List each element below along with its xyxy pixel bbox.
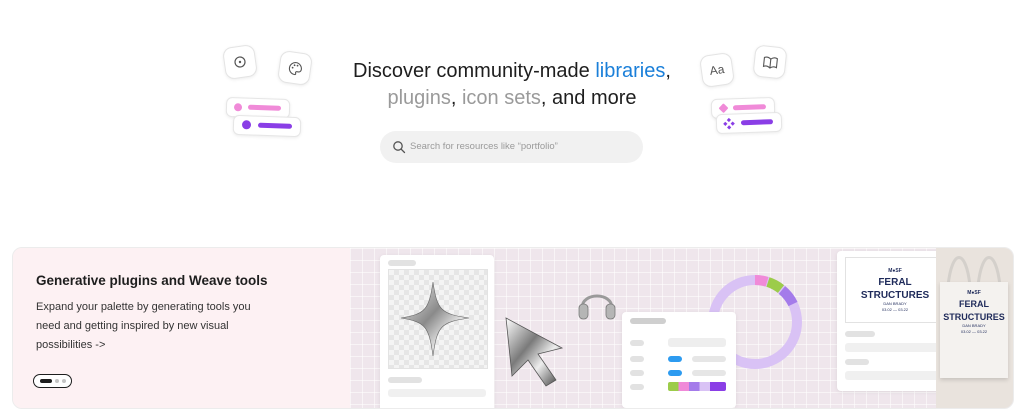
tote-bag-print: M●SF FERAL STRUCTURES DAN BRADY 03.02 — … xyxy=(940,282,1008,378)
feature-banner[interactable]: Generative plugins and Weave tools Expan… xyxy=(12,247,1014,409)
tote-subtitle: DAN BRADY xyxy=(962,323,986,328)
poster-preview: M●SF FERAL STRUCTURES DAN BRADY 03.02 — … xyxy=(845,257,945,323)
poster-title-line1: FERAL xyxy=(878,277,912,288)
panel-line xyxy=(845,343,943,352)
poster-brand: M●SF xyxy=(888,268,902,274)
banner-artwork: M●SF FERAL STRUCTURES DAN BRADY 03.02 — … xyxy=(350,248,1013,408)
tote-title-line1: FERAL xyxy=(959,299,989,309)
purple-bar xyxy=(740,119,774,126)
purple-pill-card xyxy=(232,114,302,138)
panel-line xyxy=(630,384,644,390)
panel-line xyxy=(692,370,726,376)
right-purple-pill-card xyxy=(715,111,783,135)
panel-line xyxy=(845,359,869,365)
pager-dot[interactable] xyxy=(62,379,66,383)
panel-line xyxy=(845,331,875,337)
panel-line xyxy=(630,370,644,376)
search-input[interactable]: Search for resources like “portfolio” xyxy=(380,131,643,163)
pager-dot[interactable] xyxy=(55,379,59,383)
tote-dates: 03.02 — 03.22 xyxy=(960,329,988,334)
icon-sets-link[interactable]: icon sets xyxy=(462,87,541,109)
poster-subtitle: DAN BRADY xyxy=(883,301,907,306)
cursor-icon xyxy=(505,317,564,387)
transparent-canvas xyxy=(388,269,488,369)
panel-line xyxy=(845,371,943,380)
tote-title-line2: STRUCTURES xyxy=(943,312,1005,322)
search-placeholder: Search for resources like “portfolio” xyxy=(410,141,558,152)
headline-comma: , xyxy=(665,60,671,82)
panel-line xyxy=(668,356,682,362)
search-icon xyxy=(393,141,406,154)
panel-line xyxy=(692,356,726,362)
sparkle-icon xyxy=(400,281,470,357)
tote-brand: M●SF xyxy=(967,290,981,296)
headline-comma: , xyxy=(450,87,462,109)
banner-title: Generative plugins and Weave tools xyxy=(36,273,268,288)
panel-line xyxy=(630,340,644,346)
poster-dates: 03.02 — 03.22 xyxy=(881,307,909,312)
carousel-pager[interactable] xyxy=(33,374,72,388)
poster-title-line2: STRUCTURES xyxy=(860,290,930,301)
headline-text: Discover community-made xyxy=(353,60,596,82)
headline-tail: , and more xyxy=(540,87,637,109)
banner-description[interactable]: Expand your palette by generating tools … xyxy=(36,298,276,355)
hero-headline: Discover community-made libraries, plugi… xyxy=(0,58,1024,112)
pager-active-dot[interactable] xyxy=(40,379,52,383)
banner-text-area: Generative plugins and Weave tools Expan… xyxy=(13,248,350,408)
panel-line xyxy=(388,377,422,383)
plugins-link[interactable]: plugins xyxy=(387,87,450,109)
purple-bar xyxy=(257,122,293,129)
headphones-icon xyxy=(578,294,616,320)
panel-line xyxy=(668,338,726,347)
color-swatch-strip xyxy=(668,382,726,391)
sparkle-panel xyxy=(380,255,494,408)
panel-line xyxy=(630,318,666,324)
panel-line xyxy=(388,389,486,397)
component-icon xyxy=(723,117,735,130)
purple-dot xyxy=(241,120,252,130)
panel-line xyxy=(388,260,416,266)
libraries-link[interactable]: libraries xyxy=(595,60,665,82)
panel-line xyxy=(630,356,644,362)
tote-bag-image: M●SF FERAL STRUCTURES DAN BRADY 03.02 — … xyxy=(936,248,1013,408)
panel-line xyxy=(668,370,682,376)
